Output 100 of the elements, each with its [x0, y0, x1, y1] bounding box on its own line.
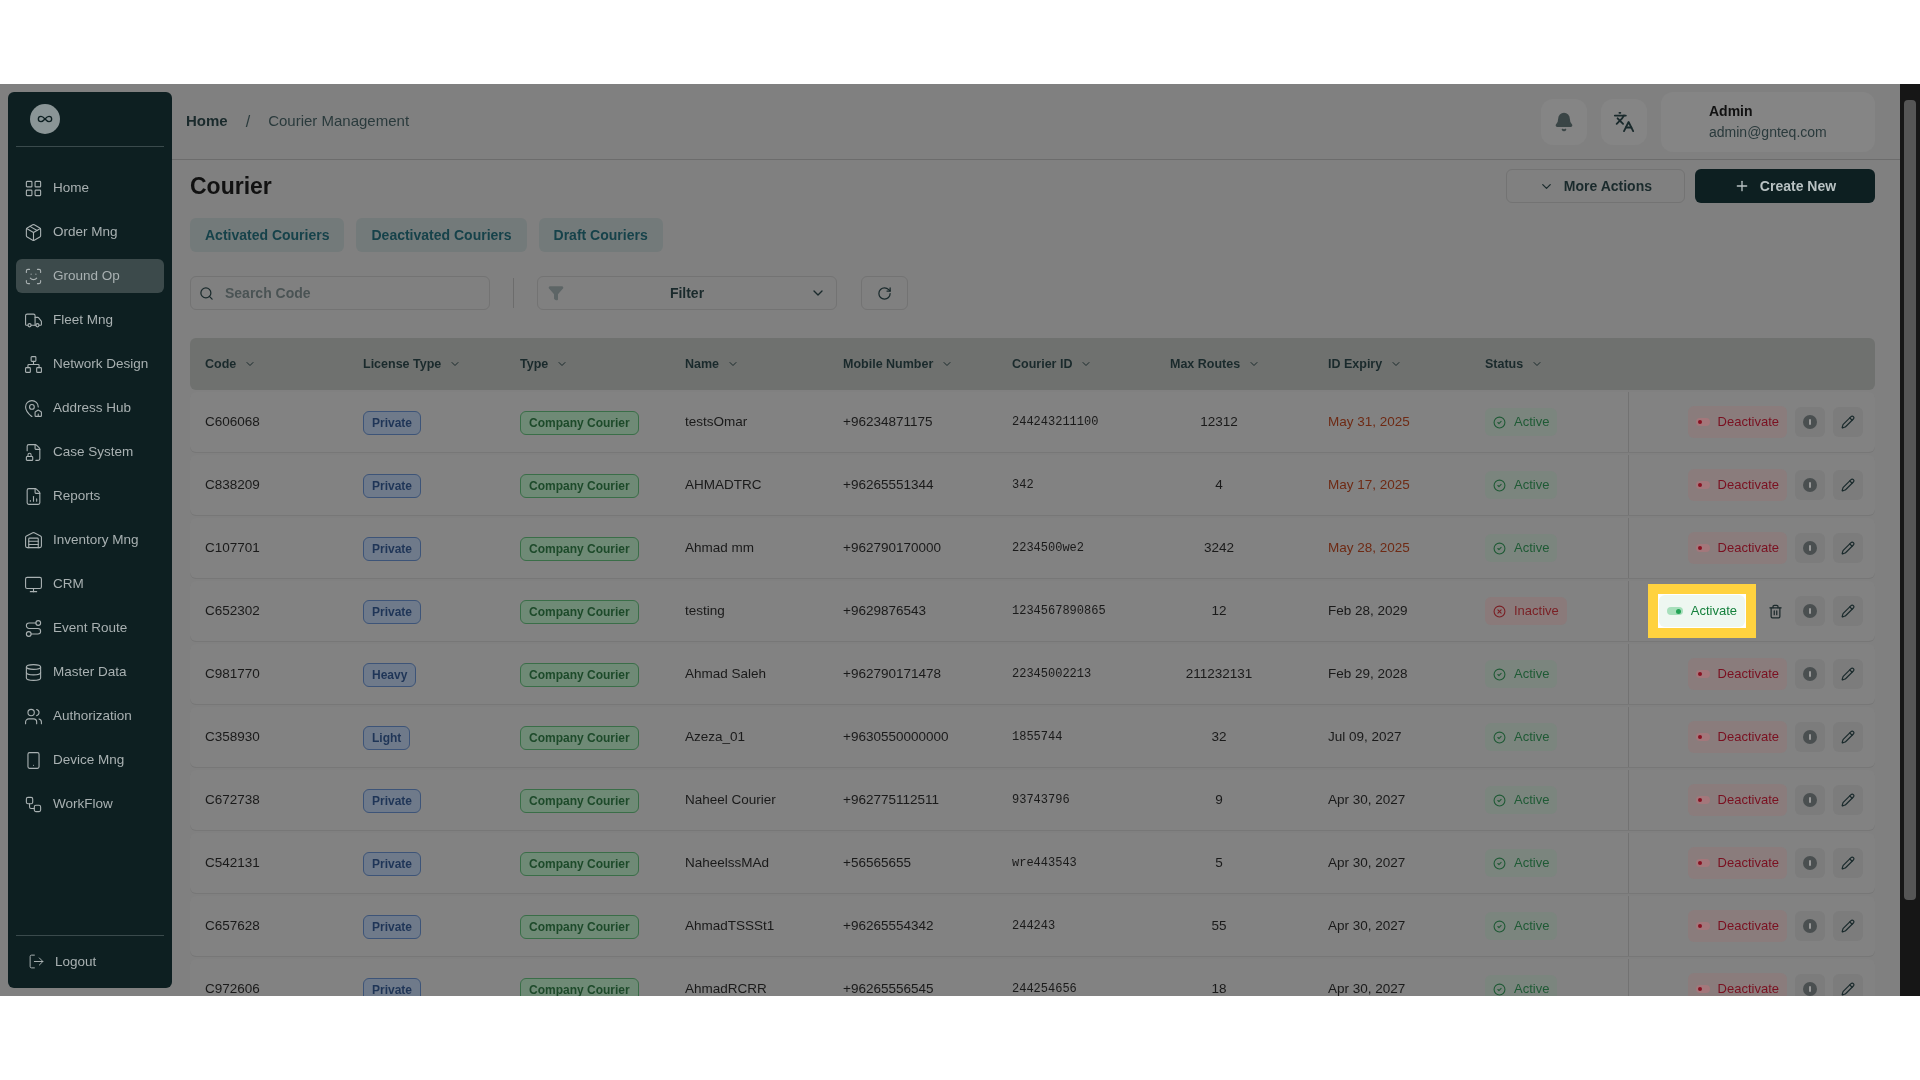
sidebar-item[interactable]: Device Mng — [16, 743, 164, 777]
edit-button[interactable] — [1833, 596, 1863, 626]
column-header[interactable]: Courier ID — [1012, 354, 1170, 374]
table-cell-text: 1234567890865 — [1012, 603, 1107, 620]
info-button[interactable] — [1795, 848, 1825, 878]
sidebar-item[interactable]: Network Design — [16, 347, 164, 381]
info-button[interactable] — [1795, 470, 1825, 500]
more-actions-button[interactable]: More Actions — [1505, 169, 1685, 203]
column-header[interactable]: Max Routes — [1170, 354, 1261, 374]
edit-button[interactable] — [1833, 974, 1863, 996]
sidebar-item[interactable]: WorkFlow — [16, 787, 164, 821]
tab[interactable]: Draft Couriers — [538, 218, 663, 252]
sidebar-item[interactable]: Case System — [16, 435, 164, 469]
table-cell-text: 22345002213 — [1012, 666, 1093, 683]
search-icon — [199, 286, 214, 301]
create-new-button[interactable]: Create New — [1695, 169, 1875, 203]
column-header[interactable]: Code — [205, 354, 363, 374]
deactivate-button[interactable]: Deactivate — [1687, 973, 1787, 996]
sidebar-item[interactable]: Authorization — [16, 699, 164, 733]
sidebar-item[interactable]: Inventory Mng — [16, 523, 164, 557]
info-button[interactable] — [1795, 659, 1825, 689]
pencil-icon — [1841, 856, 1855, 870]
info-button[interactable] — [1795, 722, 1825, 752]
sidebar-item[interactable]: Master Data — [16, 655, 164, 689]
sidebar-item[interactable]: CRM — [16, 567, 164, 601]
logout-link[interactable]: Logout — [28, 951, 152, 972]
column-header[interactable]: License Type — [363, 354, 520, 374]
sidebar-item[interactable]: Home — [16, 171, 164, 205]
deactivate-button[interactable]: Deactivate — [1687, 910, 1787, 942]
info-button[interactable] — [1795, 533, 1825, 563]
check-circle-icon — [1493, 730, 1506, 744]
table-cell-text: +56565655 — [843, 853, 912, 872]
deactivate-button[interactable]: Deactivate — [1687, 784, 1787, 816]
deactivate-button[interactable]: Deactivate — [1687, 469, 1787, 501]
breadcrumb-link[interactable]: Home — [186, 110, 228, 133]
edit-button[interactable] — [1833, 470, 1863, 500]
status-badge: Active — [1485, 660, 1558, 688]
activate-button[interactable]: Activate — [1658, 595, 1745, 627]
edit-button[interactable] — [1833, 533, 1863, 563]
type-badge: Company Courier — [520, 536, 639, 561]
edit-button[interactable] — [1833, 911, 1863, 941]
column-header[interactable]: Type — [520, 354, 685, 374]
toggle-icon — [1695, 544, 1710, 552]
status-badge: Active — [1485, 912, 1558, 940]
toggle-icon — [1695, 481, 1710, 489]
edit-button[interactable] — [1833, 785, 1863, 815]
table-cell-text: Feb 29, 2028 — [1328, 664, 1409, 683]
deactivate-button[interactable]: Deactivate — [1687, 847, 1787, 879]
alert-icon — [1803, 415, 1817, 429]
sidebar-item[interactable]: Address Hub — [16, 391, 164, 425]
sidebar-item[interactable]: Reports — [16, 479, 164, 513]
filter-dropdown[interactable]: Filter — [537, 276, 837, 310]
table-cell-text: wre443543 — [1012, 855, 1078, 872]
tab[interactable]: Activated Couriers — [190, 218, 345, 252]
info-button[interactable] — [1795, 596, 1825, 626]
table-cell-text: 211232131 — [1185, 664, 1254, 683]
sidebar-item[interactable]: Ground Op — [16, 259, 164, 293]
license-badge: Private — [363, 599, 422, 624]
alert-icon — [1803, 604, 1817, 618]
info-button[interactable] — [1795, 974, 1825, 996]
info-button[interactable] — [1795, 785, 1825, 815]
toggle-icon — [1695, 922, 1710, 930]
table-cell-text: C358930 — [205, 727, 261, 746]
alert-icon — [1803, 667, 1817, 681]
edit-button[interactable] — [1833, 848, 1863, 878]
edit-button[interactable] — [1833, 722, 1863, 752]
sidebar-item[interactable]: Event Route — [16, 611, 164, 645]
edit-button[interactable] — [1833, 659, 1863, 689]
table-cell-text: 244243211100 — [1012, 414, 1100, 431]
deactivate-button[interactable]: Deactivate — [1687, 658, 1787, 690]
language-button[interactable] — [1601, 98, 1647, 145]
column-header[interactable]: ID Expiry — [1328, 354, 1485, 374]
alert-icon — [1803, 478, 1817, 492]
deactivate-button[interactable]: Deactivate — [1687, 532, 1787, 564]
status-badge: Active — [1485, 534, 1558, 562]
info-button[interactable] — [1795, 911, 1825, 941]
table-cell-text: C972606 — [205, 979, 261, 996]
edit-button[interactable] — [1833, 407, 1863, 437]
column-header[interactable]: Name — [685, 354, 843, 374]
table-cell-text: Azeza_01 — [685, 727, 747, 746]
sidebar-item[interactable]: Order Mng — [16, 215, 164, 249]
column-header[interactable]: Status — [1485, 354, 1628, 374]
status-badge: Active — [1485, 975, 1558, 996]
table-cell-text: 342 — [1012, 477, 1035, 494]
deactivate-button[interactable]: Deactivate — [1687, 721, 1787, 753]
toggle-icon — [1695, 670, 1710, 678]
tab[interactable]: Deactivated Couriers — [356, 218, 527, 252]
info-button[interactable] — [1795, 407, 1825, 437]
table-cell-text: 3242 — [1203, 538, 1235, 557]
alert-icon — [1803, 856, 1817, 870]
sidebar-item[interactable]: Fleet Mng — [16, 303, 164, 337]
type-badge: Company Courier — [520, 410, 639, 435]
x-circle-icon — [1493, 604, 1506, 618]
type-badge: Company Courier — [520, 473, 639, 498]
table-cell-text: 4 — [1215, 475, 1224, 494]
deactivate-button[interactable]: Deactivate — [1687, 406, 1787, 438]
refresh-button[interactable] — [861, 276, 908, 310]
route-icon — [24, 618, 43, 638]
notification-button[interactable] — [1541, 98, 1587, 145]
column-header[interactable]: Mobile Number — [843, 354, 1012, 374]
